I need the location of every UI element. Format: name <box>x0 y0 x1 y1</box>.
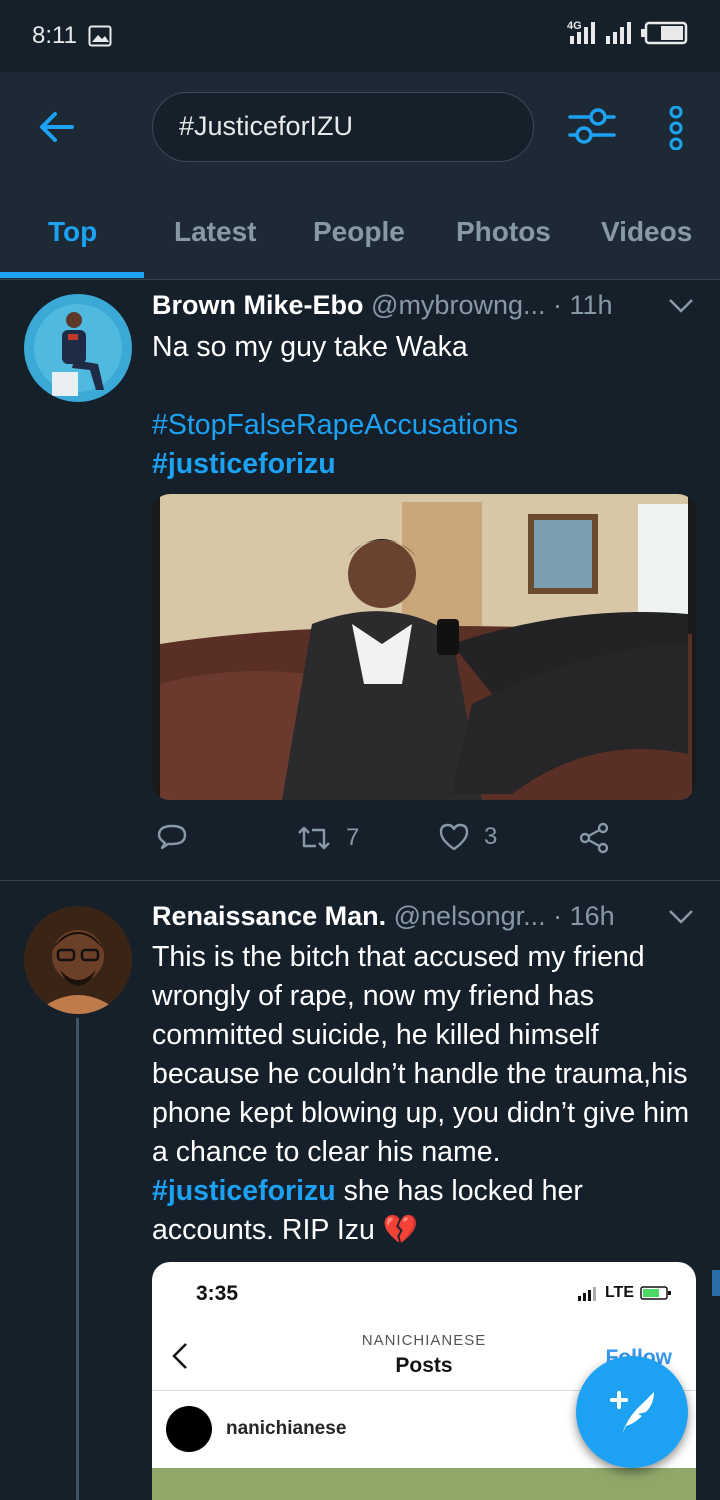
embedded-username: nanichianese <box>226 1418 347 1439</box>
embedded-network: LTE <box>604 1284 634 1301</box>
tweet-actions: 7 3 <box>152 822 672 862</box>
divider <box>0 880 720 881</box>
tab-people[interactable]: People <box>313 216 405 248</box>
search-tabs: Top Latest People Photos Videos <box>0 200 720 280</box>
tab-top[interactable]: Top <box>48 216 97 248</box>
tweet-photo[interactable] <box>152 494 696 800</box>
feather-plus-icon <box>610 1391 654 1434</box>
tab-videos[interactable]: Videos <box>601 216 692 248</box>
battery-icon <box>641 21 688 45</box>
signal-icon <box>570 22 595 44</box>
thread-line <box>76 1018 79 1500</box>
more-vertical-icon[interactable] <box>666 106 686 150</box>
tab-photos[interactable]: Photos <box>456 216 551 248</box>
embedded-status-time: 3:35 <box>196 1282 239 1305</box>
status-icons <box>568 20 690 46</box>
retweet-count: 7 <box>346 824 360 851</box>
avatar[interactable] <box>24 906 132 1014</box>
hashtag-link[interactable]: #justiceforizu <box>152 445 692 484</box>
reply-icon <box>157 824 187 850</box>
signal-icon <box>577 1287 596 1301</box>
tab-latest[interactable]: Latest <box>174 216 256 248</box>
sliders-icon[interactable] <box>568 106 616 146</box>
tweet-body: This is the bitch that accused my friend… <box>152 941 690 1168</box>
embedded-photo <box>152 1468 696 1500</box>
tweet-header: Brown Mike-Ebo @mybrowng... · 11h <box>152 290 613 321</box>
gallery-icon <box>88 25 112 47</box>
active-tab-indicator <box>0 272 144 278</box>
hashtag-link[interactable]: #StopFalseRapeAccusations <box>152 406 692 445</box>
avatar[interactable] <box>24 294 132 402</box>
reply-button[interactable] <box>156 822 188 854</box>
arrow-left-icon[interactable] <box>38 110 76 144</box>
author-handle[interactable]: @nelsongr... <box>394 901 546 931</box>
like-button[interactable]: 3 <box>438 822 497 852</box>
author-name[interactable]: Brown Mike-Ebo <box>152 290 364 320</box>
tweet-text: This is the bitch that accused my friend… <box>152 938 692 1250</box>
embedded-status-icons: LTE <box>577 1284 672 1302</box>
tweet-time: · 16h <box>553 901 615 931</box>
photo-image <box>152 494 696 800</box>
heart-icon <box>439 823 469 851</box>
status-bar: 8:11 4G <box>0 0 720 72</box>
compose-tweet-button[interactable] <box>576 1356 688 1468</box>
tweet-text: Na so my guy take Waka #StopFalseRapeAcc… <box>152 328 692 484</box>
chevron-down-icon[interactable] <box>668 909 694 925</box>
search-input[interactable]: #JusticeforIZU <box>152 92 534 162</box>
retweet-icon <box>298 826 330 850</box>
author-handle[interactable]: @mybrowng... <box>371 290 545 320</box>
share-icon <box>579 822 609 854</box>
avatar <box>166 1406 212 1452</box>
retweet-button[interactable]: 7 <box>296 822 359 854</box>
signal-icon <box>606 22 631 44</box>
broken-heart-emoji: 💔 <box>382 1214 419 1246</box>
battery-icon <box>640 1286 671 1300</box>
like-count: 3 <box>484 823 498 850</box>
tweet-body: Na so my guy take Waka <box>152 331 468 363</box>
scroll-indicator <box>712 1270 720 1296</box>
share-button[interactable] <box>578 822 610 854</box>
avatar-image <box>24 294 132 402</box>
status-time: 8:11 <box>32 22 77 49</box>
avatar-image <box>24 906 132 1014</box>
chevron-down-icon[interactable] <box>668 298 694 314</box>
hashtag-link[interactable]: #justiceforizu <box>152 1175 336 1207</box>
tweet-header: Renaissance Man. @nelsongr... · 16h <box>152 901 615 932</box>
divider <box>0 279 720 280</box>
tweet-time: · 11h <box>553 290 613 320</box>
author-name[interactable]: Renaissance Man. <box>152 901 386 931</box>
